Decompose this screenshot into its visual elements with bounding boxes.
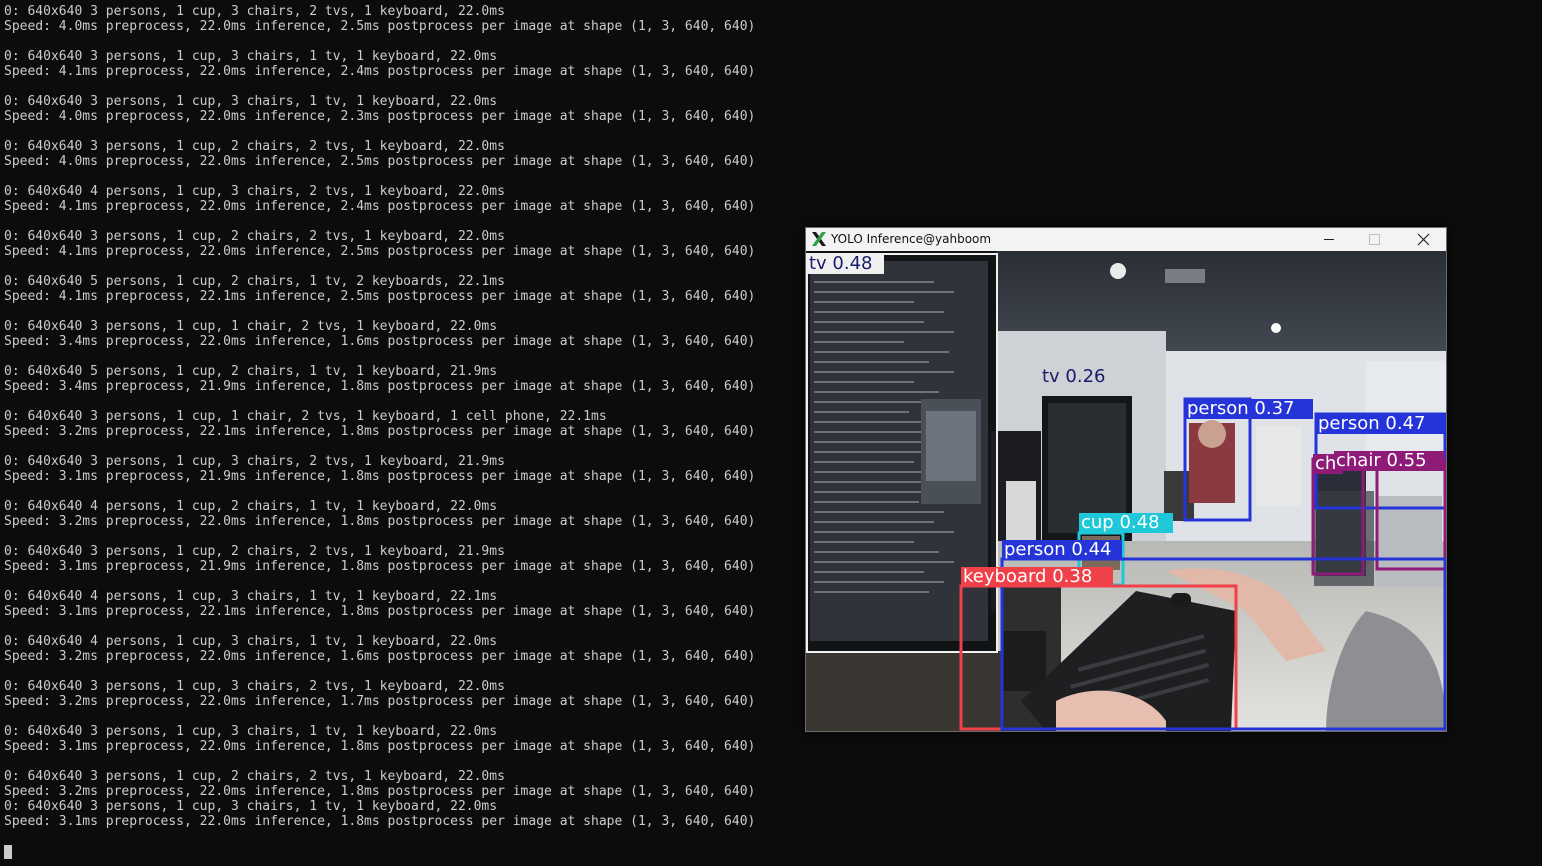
terminal-line: Speed: 3.2ms preprocess, 22.0ms inferenc… [4, 784, 756, 799]
minimize-icon [1324, 239, 1334, 240]
terminal-line: 0: 640x640 3 persons, 1 cup, 2 chairs, 2… [4, 139, 505, 154]
terminal-line: Speed: 3.4ms preprocess, 22.0ms inferenc… [4, 334, 756, 349]
terminal-line: Speed: 3.2ms preprocess, 22.0ms inferenc… [4, 649, 756, 664]
detection-label-tv: tv 0.26 [1042, 366, 1106, 387]
terminal-line: 0: 640x640 3 persons, 1 cup, 3 chairs, 2… [4, 454, 505, 469]
terminal-line: Speed: 3.1ms preprocess, 22.0ms inferenc… [4, 814, 756, 829]
ceiling-light [1271, 323, 1281, 333]
filing-cabinet [1256, 426, 1301, 506]
detection-label-person: person 0.37 [1187, 398, 1295, 419]
detection-label-chair-partial: ch [1315, 453, 1337, 474]
detection-label-tv: tv 0.48 [809, 253, 873, 274]
terminal-line: Speed: 4.0ms preprocess, 22.0ms inferenc… [4, 19, 756, 34]
terminal-line: Speed: 3.1ms preprocess, 21.9ms inferenc… [4, 559, 756, 574]
device-box [1001, 631, 1046, 691]
terminal-line: Speed: 3.1ms preprocess, 22.0ms inferenc… [4, 739, 756, 754]
terminal-line: Speed: 3.2ms preprocess, 22.1ms inferenc… [4, 424, 756, 439]
ceiling-vent [1165, 269, 1205, 283]
maximize-icon [1369, 234, 1380, 245]
detection-label-keyboard: keyboard 0.38 [963, 566, 1093, 587]
inner-video-thumbnail-frame [926, 411, 976, 481]
terminal-line: 0: 640x640 3 persons, 1 cup, 3 chairs, 2… [4, 4, 505, 19]
maximize-button[interactable] [1352, 228, 1398, 251]
terminal-line: 0: 640x640 5 persons, 1 cup, 2 chairs, 1… [4, 274, 505, 289]
camera-scene [806, 251, 1446, 731]
office-chair [1314, 491, 1374, 586]
seated-person-head [1198, 420, 1226, 448]
x11-app-icon [812, 232, 826, 246]
terminal-line: Speed: 3.4ms preprocess, 21.9ms inferenc… [4, 379, 756, 394]
terminal-line: 0: 640x640 4 persons, 1 cup, 2 chairs, 1… [4, 499, 498, 514]
terminal-line: 0: 640x640 3 persons, 1 cup, 3 chairs, 1… [4, 94, 498, 109]
terminal-line: 0: 640x640 3 persons, 1 cup, 3 chairs, 1… [4, 724, 498, 739]
wall-panel [1366, 361, 1446, 461]
terminal-line: Speed: 4.1ms preprocess, 22.0ms inferenc… [4, 199, 756, 214]
detection-label-cup: cup 0.48 [1081, 512, 1160, 533]
terminal-cursor [4, 845, 12, 859]
terminal-line: 0: 640x640 3 persons, 1 cup, 2 chairs, 2… [4, 769, 505, 784]
terminal-line: 0: 640x640 3 persons, 1 cup, 2 chairs, 2… [4, 544, 505, 559]
terminal-line: 0: 640x640 3 persons, 1 cup, 1 chair, 2 … [4, 319, 498, 334]
terminal-line: Speed: 4.1ms preprocess, 22.0ms inferenc… [4, 244, 756, 259]
terminal-line: 0: 640x640 3 persons, 1 cup, 3 chairs, 2… [4, 679, 505, 694]
terminal-line: 0: 640x640 4 persons, 1 cup, 3 chairs, 2… [4, 184, 505, 199]
terminal-output: 0: 640x640 3 persons, 1 cup, 3 chairs, 2… [4, 4, 755, 829]
close-button[interactable] [1400, 228, 1446, 251]
terminal-line: Speed: 3.2ms preprocess, 22.0ms inferenc… [4, 514, 756, 529]
terminal-line: Speed: 4.1ms preprocess, 22.0ms inferenc… [4, 64, 756, 79]
terminal-line: Speed: 4.0ms preprocess, 22.0ms inferenc… [4, 154, 756, 169]
terminal-line: Speed: 4.1ms preprocess, 22.1ms inferenc… [4, 289, 756, 304]
detection-label-person: person 0.47 [1318, 413, 1426, 434]
printed-sheet [1006, 481, 1036, 541]
close-icon [1417, 233, 1430, 246]
minimize-button[interactable] [1306, 228, 1352, 251]
terminal-line: 0: 640x640 4 persons, 1 cup, 3 chairs, 1… [4, 589, 498, 604]
desk-clutter [806, 651, 1006, 731]
mouse [1171, 593, 1191, 607]
terminal-line: 0: 640x640 3 persons, 1 cup, 3 chairs, 1… [4, 799, 498, 814]
camera-frame: tv 0.48 tv 0.26 person 0.37 person 0.47 … [806, 251, 1446, 731]
terminal-line: 0: 640x640 3 persons, 1 cup, 1 chair, 2 … [4, 409, 607, 424]
detection-label-person: person 0.44 [1004, 539, 1112, 560]
detection-label-chair: chair 0.55 [1336, 450, 1427, 471]
yolo-inference-window[interactable]: YOLO Inference@yahboom tv 0.48 tv 0.26 p… [805, 227, 1447, 732]
terminal-line: Speed: 3.1ms preprocess, 21.9ms inferenc… [4, 469, 756, 484]
terminal-line: 0: 640x640 3 persons, 1 cup, 2 chairs, 2… [4, 229, 505, 244]
terminal-line: 0: 640x640 4 persons, 1 cup, 3 chairs, 1… [4, 634, 498, 649]
window-title: YOLO Inference@yahboom [831, 232, 992, 246]
terminal-line: 0: 640x640 5 persons, 1 cup, 2 chairs, 1… [4, 364, 498, 379]
terminal-line: Speed: 3.2ms preprocess, 22.0ms inferenc… [4, 694, 756, 709]
terminal-line: 0: 640x640 3 persons, 1 cup, 3 chairs, 1… [4, 49, 498, 64]
window-titlebar[interactable]: YOLO Inference@yahboom [806, 228, 1446, 251]
ceiling-light [1110, 263, 1126, 279]
terminal-line: Speed: 4.0ms preprocess, 22.0ms inferenc… [4, 109, 756, 124]
terminal-line: Speed: 3.1ms preprocess, 22.1ms inferenc… [4, 604, 756, 619]
